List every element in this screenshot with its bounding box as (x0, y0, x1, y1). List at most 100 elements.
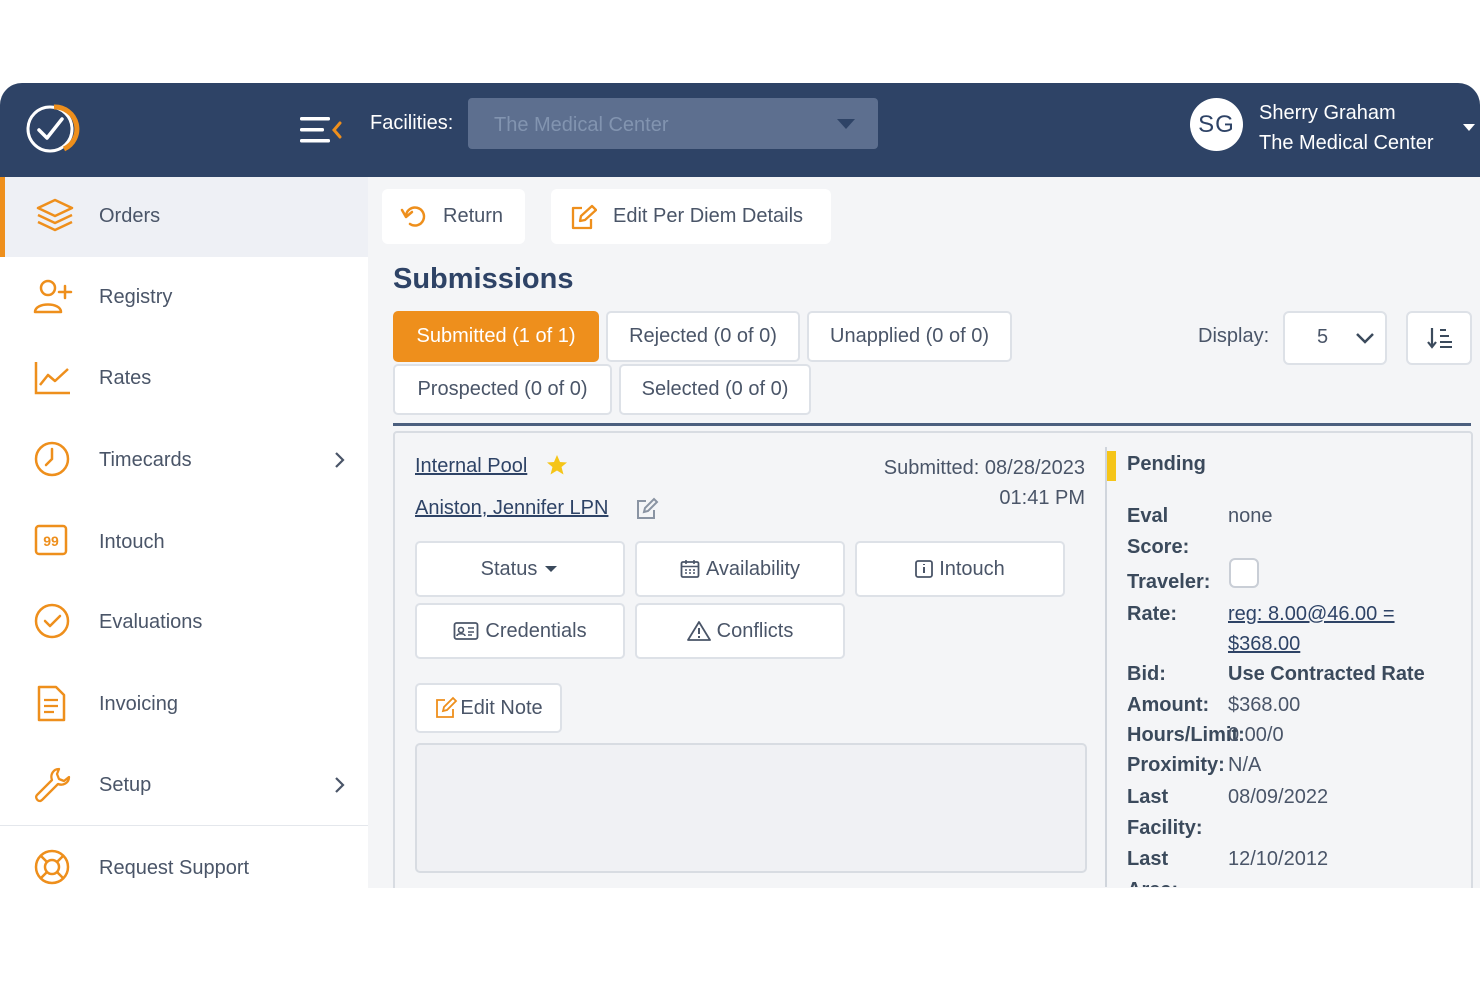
bid-value: Use Contracted Rate (1228, 663, 1425, 685)
line-chart-icon (34, 362, 70, 395)
check-circle-icon (34, 603, 70, 639)
last-facility-label-line1: Last (1127, 786, 1169, 808)
sidebar-item-label: Timecards (99, 449, 192, 471)
eval-score-label-line1: Eval (1127, 505, 1169, 527)
facility-select-value: The Medical Center (494, 114, 669, 136)
sidebar-item-label: Intouch (99, 531, 165, 553)
sidebar-item-rates[interactable]: Rates (0, 339, 368, 419)
user-plus-icon (33, 279, 73, 314)
sort-button[interactable] (1406, 311, 1472, 365)
credentials-button-label: Credentials (485, 619, 587, 642)
rate-value-line1[interactable]: reg: 8.00@46.00 = (1228, 599, 1395, 629)
avatar[interactable]: SG (1190, 98, 1243, 151)
app-logo-icon[interactable] (24, 101, 82, 157)
sidebar-item-request-support[interactable]: Request Support (0, 829, 368, 888)
layers-icon (36, 198, 74, 232)
menu-collapse-icon[interactable] (298, 113, 344, 147)
chevron-down-icon (1356, 333, 1374, 344)
note-textarea[interactable] (415, 743, 1087, 873)
submission-card: Internal Pool Aniston, Jennifer LPN Subm… (393, 431, 1473, 888)
sidebar-item-label: Evaluations (99, 611, 203, 633)
caret-down-icon (837, 119, 855, 129)
tab-submitted[interactable]: Submitted (1 of 1) (393, 311, 599, 362)
sidebar-item-intouch[interactable]: 99 Intouch (0, 503, 368, 583)
submitted-time-line: 01:41 PM (999, 487, 1085, 509)
rate-value-line2[interactable]: $368.00 (1228, 629, 1300, 659)
edit-icon (571, 204, 597, 230)
credentials-button[interactable]: Credentials (415, 603, 625, 659)
sidebar: Orders Registry Rates Timecards 99 Intou… (0, 177, 368, 888)
warning-icon (686, 621, 711, 641)
svg-text:99: 99 (43, 533, 59, 549)
traveler-label: Traveler: (1127, 571, 1211, 593)
document-icon (37, 685, 66, 722)
sidebar-item-setup[interactable]: Setup (0, 746, 368, 826)
caret-down-icon (545, 566, 558, 572)
status-dropdown-button[interactable]: Status (415, 541, 625, 597)
tab-rejected[interactable]: Rejected (0 of 0) (606, 311, 800, 362)
sidebar-item-registry[interactable]: Registry (0, 258, 368, 338)
chevron-right-icon (335, 452, 345, 468)
tab-selected[interactable]: Selected (0 of 0) (619, 364, 811, 415)
sidebar-item-orders[interactable]: Orders (0, 177, 368, 257)
facilities-label: Facilities: (370, 112, 454, 134)
last-facility-label-line2: Facility: (1127, 817, 1203, 839)
user-name: Sherry Graham (1259, 102, 1396, 124)
lifebuoy-icon (34, 849, 70, 885)
submitted-date: Submitted: 08/28/2023 01:41 PM (884, 453, 1085, 513)
top-bar: Facilities: The Medical Center SG Sherry… (0, 83, 1480, 177)
last-area-value: 12/10/2012 (1228, 848, 1329, 870)
sidebar-item-evaluations[interactable]: Evaluations (0, 583, 368, 663)
proximity-value: N/A (1228, 754, 1262, 776)
display-label: Display: (1198, 325, 1270, 347)
user-menu-caret-icon[interactable] (1462, 123, 1476, 132)
eval-score-label-line2: Score: (1127, 536, 1190, 558)
status-indicator (1107, 451, 1116, 481)
return-button[interactable]: Return (382, 189, 525, 244)
facility-select[interactable]: The Medical Center (468, 98, 878, 149)
status-text: Pending (1127, 453, 1206, 475)
conflicts-button[interactable]: Conflicts (635, 603, 845, 659)
main-content: Return Edit Per Diem Details Submissions… (368, 177, 1480, 888)
last-facility-value: 08/09/2022 (1228, 786, 1329, 808)
intouch-button[interactable]: Intouch (855, 541, 1065, 597)
sidebar-item-label: Setup (99, 774, 152, 796)
proximity-label: Proximity: (1127, 754, 1225, 776)
sidebar-divider (0, 825, 368, 826)
submitted-date-line: Submitted: 08/28/2023 (883, 457, 1085, 479)
sidebar-item-label: Registry (99, 286, 173, 308)
candidate-link[interactable]: Aniston, Jennifer LPN (415, 497, 608, 520)
sidebar-item-label: Invoicing (99, 693, 178, 715)
user-facility: The Medical Center (1259, 132, 1434, 154)
last-area-label-line1: Last (1127, 848, 1169, 870)
last-area-label-line2: Area: (1127, 875, 1178, 887)
display-count-select[interactable]: 5 (1283, 311, 1387, 365)
edit-per-diem-button[interactable]: Edit Per Diem Details (551, 189, 831, 244)
clock-icon (34, 441, 70, 477)
intouch-button-label: Intouch (939, 557, 1005, 580)
sidebar-item-label: Request Support (99, 857, 250, 879)
availability-button[interactable]: Availability (635, 541, 845, 597)
info-box-icon (915, 560, 934, 578)
app-window: Facilities: The Medical Center SG Sherry… (0, 83, 1480, 888)
calendar-icon (680, 560, 700, 578)
sidebar-item-timecards[interactable]: Timecards (0, 421, 368, 501)
sidebar-item-label: Rates (99, 367, 152, 389)
sidebar-item-invoicing[interactable]: Invoicing (0, 665, 368, 745)
edit-note-button[interactable]: Edit Note (415, 683, 562, 733)
amount-value: $368.00 (1228, 694, 1301, 716)
tab-prospected[interactable]: Prospected (0 of 0) (393, 364, 612, 415)
quote-icon: 99 (34, 524, 68, 556)
edit-per-diem-label: Edit Per Diem Details (613, 205, 804, 227)
rate-label: Rate: (1127, 603, 1178, 625)
chevron-right-icon (335, 777, 345, 793)
sidebar-item-label: Orders (99, 205, 161, 227)
tab-unapplied[interactable]: Unapplied (0 of 0) (807, 311, 1012, 362)
star-icon[interactable] (545, 453, 569, 477)
edit-icon[interactable] (635, 497, 659, 521)
traveler-checkbox[interactable] (1229, 558, 1259, 588)
internal-pool-link[interactable]: Internal Pool (415, 455, 527, 478)
conflicts-button-label: Conflicts (716, 619, 794, 642)
amount-label: Amount: (1127, 694, 1210, 716)
eval-score-value: none (1228, 505, 1273, 527)
